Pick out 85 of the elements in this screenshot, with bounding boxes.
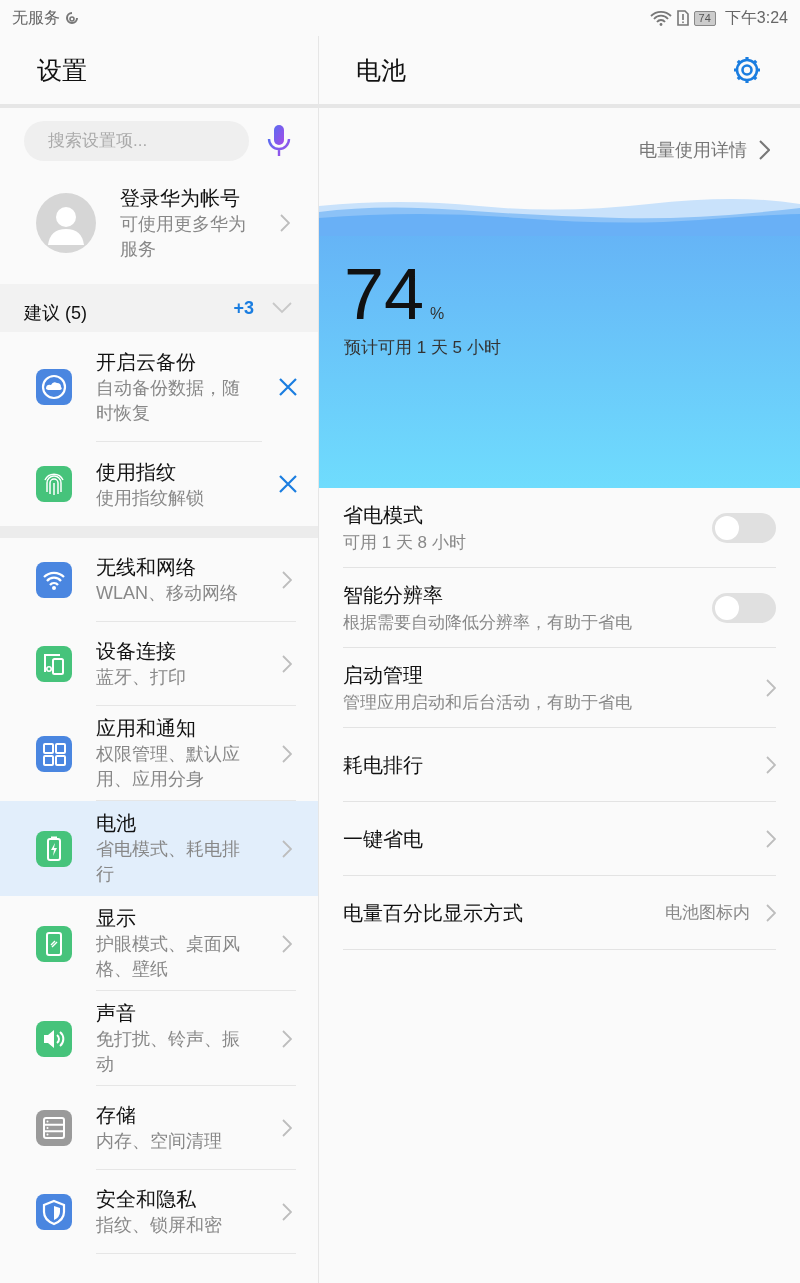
item-title: 应用和通知 xyxy=(96,716,197,741)
item-subtitle: 蓝牙、打印 xyxy=(96,666,187,689)
row-title: 耗电排行 xyxy=(343,752,424,778)
item-subtitle: WLAN、移动网络 xyxy=(96,582,239,605)
remaining-time-text: 预计可用 1 天 5 小时 xyxy=(344,337,502,359)
suggestion-item[interactable]: 使用指纹 使用指纹解锁 xyxy=(0,442,318,526)
item-title: 安全和隐私 xyxy=(96,1187,197,1212)
settings-row[interactable]: 电量百分比显示方式 电池图标内 xyxy=(343,876,776,950)
suggestions-title: 建议 (5) xyxy=(24,302,87,325)
item-title: 开启云备份 xyxy=(96,349,197,375)
settings-icon[interactable] xyxy=(732,55,762,85)
close-icon[interactable] xyxy=(278,377,298,397)
item-subtitle: 免打扰、铃声、振动 xyxy=(96,1028,241,1076)
chevron-right-icon xyxy=(766,755,776,774)
settings-item[interactable]: 声音 免打扰、铃声、振动 xyxy=(0,991,318,1086)
settings-item[interactable]: 显示 护眼模式、桌面风格、壁纸 xyxy=(0,896,318,991)
search-field[interactable]: 搜索设置项... xyxy=(24,121,249,161)
chevron-right-icon xyxy=(280,214,290,232)
item-title: 显示 xyxy=(96,906,137,931)
row-subtitle: 根据需要自动降低分辨率，有助于省电 xyxy=(343,611,633,634)
item-subtitle: 自动备份数据，随时恢复 xyxy=(96,376,241,425)
item-title: 设备连接 xyxy=(96,639,177,664)
chevron-right-icon xyxy=(282,1203,292,1221)
usage-details-link[interactable]: 电量使用详情 xyxy=(639,138,770,162)
row-subtitle: 管理应用启动和后台活动，有助于省电 xyxy=(343,691,633,714)
settings-row[interactable]: 省电模式 可用 1 天 8 小时 xyxy=(343,488,776,568)
item-title: 无线和网络 xyxy=(96,555,197,580)
item-subtitle: 省电模式、耗电排行 xyxy=(96,838,241,886)
toggle-switch[interactable] xyxy=(712,592,776,623)
row-subtitle: 可用 1 天 8 小时 xyxy=(343,531,467,554)
row-title: 一键省电 xyxy=(343,826,424,852)
chevron-right-icon xyxy=(282,839,292,858)
item-subtitle: 权限管理、默认应用、应用分身 xyxy=(96,743,241,791)
more-count[interactable]: +3 xyxy=(233,297,254,319)
chevron-right-icon xyxy=(282,934,292,953)
clock-text: 下午3:24 xyxy=(724,7,788,28)
carrier-text: 无服务 xyxy=(12,7,60,28)
item-subtitle: 护眼模式、桌面风格、壁纸 xyxy=(96,933,241,981)
page-title: 设置 xyxy=(37,54,87,86)
chevron-right-icon xyxy=(282,655,292,673)
battery-percentage: 74 xyxy=(344,258,425,330)
row-value: 电池图标内 xyxy=(665,902,750,924)
page-title: 电池 xyxy=(356,54,406,86)
chevron-right-icon xyxy=(759,140,770,160)
chevron-right-icon xyxy=(766,678,776,697)
chevron-down-icon xyxy=(272,302,292,314)
chevron-right-icon xyxy=(282,744,292,763)
microphone-icon xyxy=(267,124,291,158)
sync-icon xyxy=(65,11,79,25)
item-title: 使用指纹 xyxy=(96,459,177,485)
account-title: 登录华为帐号 xyxy=(120,186,241,211)
account-row[interactable]: 登录华为帐号 可使用更多华为服务 xyxy=(0,164,318,282)
battery-indicator: 74 xyxy=(693,10,716,26)
settings-row[interactable]: 智能分辨率 根据需要自动降低分辨率，有助于省电 xyxy=(343,568,776,648)
row-title: 启动管理 xyxy=(343,662,424,688)
row-title: 智能分辨率 xyxy=(343,582,444,608)
item-subtitle: 使用指纹解锁 xyxy=(96,486,205,510)
settings-item[interactable]: 无线和网络 WLAN、移动网络 xyxy=(0,538,318,622)
item-subtitle: 内存、空间清理 xyxy=(96,1130,223,1153)
account-subtitle: 可使用更多华为服务 xyxy=(120,213,247,261)
settings-item[interactable]: 电池 省电模式、耗电排行 xyxy=(0,801,318,896)
settings-row[interactable]: 耗电排行 xyxy=(343,728,776,802)
row-title: 电量百分比显示方式 xyxy=(343,900,524,926)
item-subtitle: 指纹、锁屏和密 xyxy=(96,1214,223,1237)
percent-sign: % xyxy=(430,305,445,323)
item-title: 存储 xyxy=(96,1103,137,1128)
chevron-right-icon xyxy=(282,1029,292,1048)
chevron-right-icon xyxy=(282,571,292,589)
chevron-right-icon xyxy=(766,903,776,922)
chevron-right-icon xyxy=(282,1119,292,1137)
sim-alert-icon xyxy=(676,10,689,26)
toggle-switch[interactable] xyxy=(712,512,776,543)
wifi-icon xyxy=(649,10,672,26)
suggestion-item[interactable]: 开启云备份 自动备份数据，随时恢复 xyxy=(0,332,318,442)
row-title: 省电模式 xyxy=(343,502,424,528)
item-title: 电池 xyxy=(96,811,137,836)
item-title: 声音 xyxy=(96,1001,137,1026)
close-icon[interactable] xyxy=(278,474,298,494)
settings-item[interactable]: 存储 内存、空间清理 xyxy=(0,1086,318,1170)
chevron-right-icon xyxy=(766,829,776,848)
settings-item[interactable]: 设备连接 蓝牙、打印 xyxy=(0,622,318,706)
settings-item[interactable]: 安全和隐私 指纹、锁屏和密 xyxy=(0,1170,318,1254)
settings-row[interactable]: 启动管理 管理应用启动和后台活动，有助于省电 xyxy=(343,648,776,728)
settings-row[interactable]: 一键省电 xyxy=(343,802,776,876)
avatar-icon xyxy=(36,193,96,253)
